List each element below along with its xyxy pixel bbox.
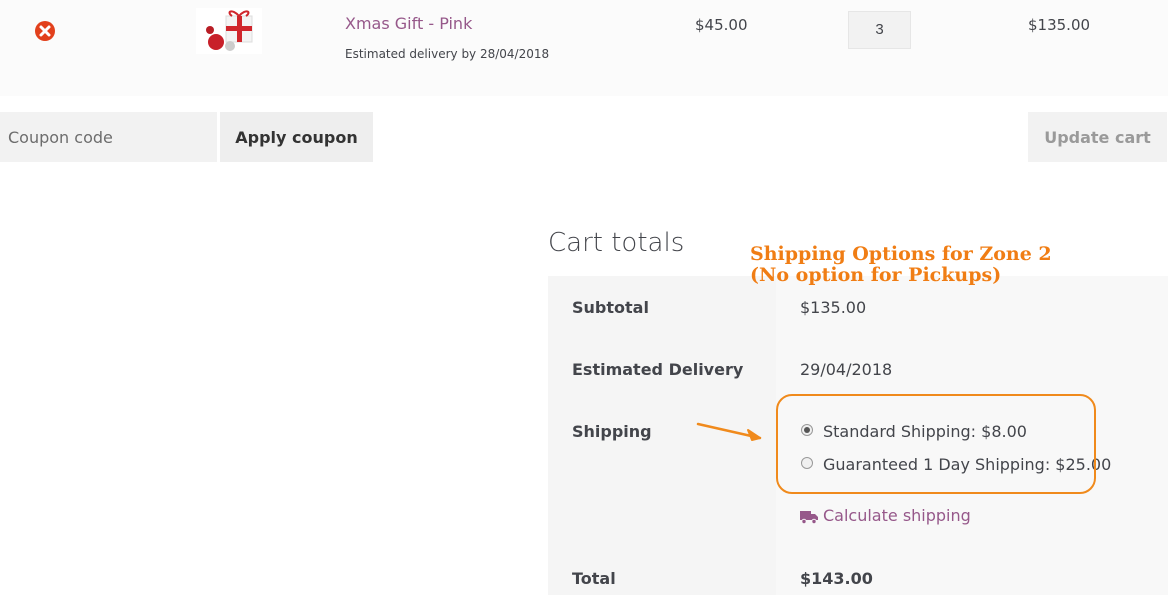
calculate-shipping-link[interactable]: Calculate shipping (823, 506, 971, 525)
cart-item-row (0, 0, 1168, 96)
product-thumbnail[interactable] (196, 8, 262, 54)
line-subtotal: $135.00 (1028, 16, 1091, 34)
truck-icon (800, 511, 818, 524)
annotation-highlight-box (776, 394, 1096, 494)
product-name-link[interactable]: Xmas Gift - Pink (345, 14, 472, 33)
unit-price: $45.00 (695, 16, 748, 34)
subtotal-label: Subtotal (572, 298, 649, 317)
estimated-delivery-label: Estimated Delivery (572, 360, 744, 379)
subtotal-value: $135.00 (800, 298, 867, 317)
annotation-text: Shipping Options for Zone 2 (No option f… (750, 244, 1052, 286)
estimated-delivery-note: Estimated delivery by 28/04/2018 (345, 47, 550, 61)
cart-totals-title: Cart totals (548, 228, 685, 258)
quantity-input[interactable] (848, 11, 911, 49)
shipping-label: Shipping (572, 422, 652, 441)
coupon-code-input[interactable] (0, 112, 217, 162)
close-circle-icon[interactable] (34, 20, 56, 42)
annotation-arrow-icon (696, 422, 762, 441)
annotation-line-1: Shipping Options for Zone 2 (750, 243, 1052, 265)
update-cart-button[interactable]: Update cart (1028, 112, 1167, 162)
total-value: $143.00 (800, 569, 873, 588)
apply-coupon-button[interactable]: Apply coupon (220, 112, 373, 162)
total-label: Total (572, 569, 616, 588)
estimated-delivery-value: 29/04/2018 (800, 360, 893, 379)
annotation-line-2: (No option for Pickups) (750, 264, 1002, 286)
